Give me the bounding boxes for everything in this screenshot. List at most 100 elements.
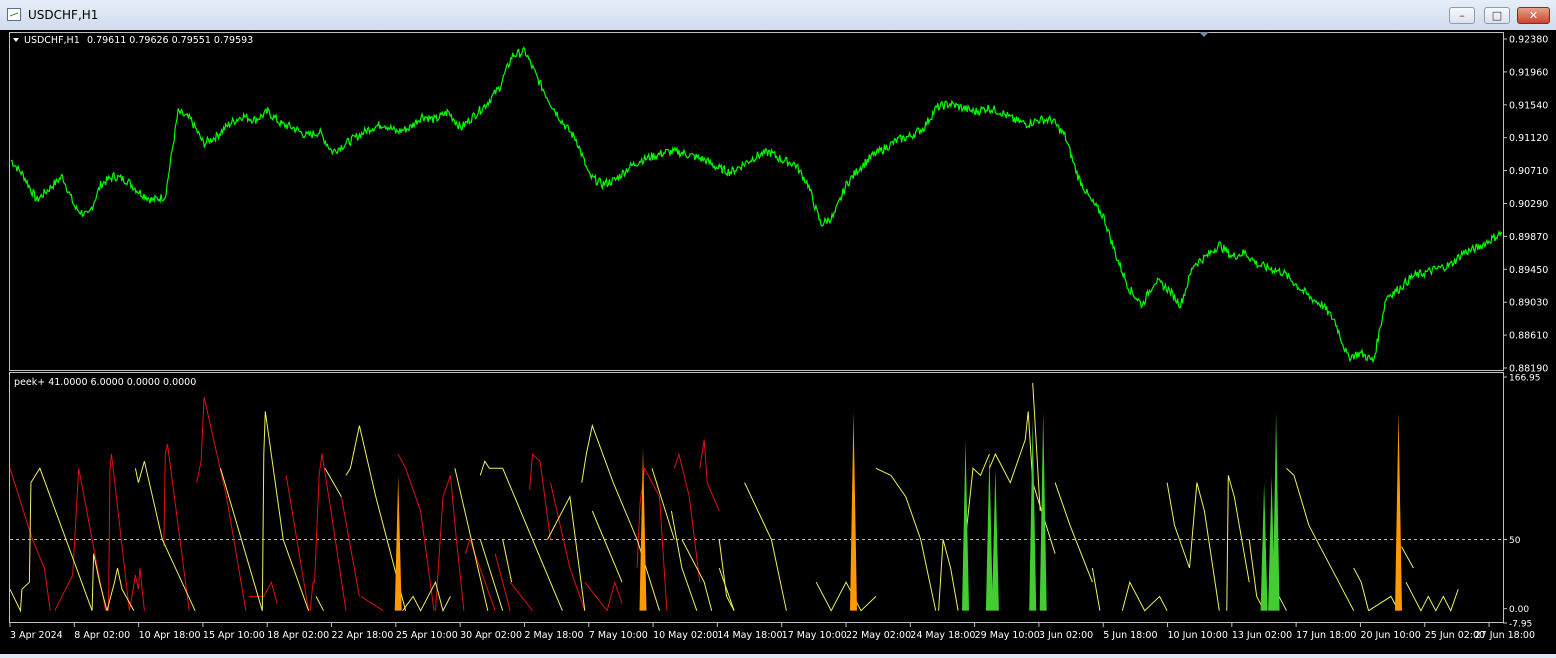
red-indicator-line [673,452,701,583]
time-axis-label: 7 May 10:00 [589,630,648,641]
yellow-indicator-line [1121,580,1168,612]
yellow-indicator-line [938,539,959,611]
red-indicator-line [285,475,310,611]
yellow-indicator-line [1405,581,1459,612]
red-indicator-line [606,580,623,611]
yellow-indicator-line [502,539,513,583]
green-spike [1039,411,1047,611]
red-indicator-line [584,581,608,612]
time-axis-label: 3 Jun 02:00 [1039,630,1093,641]
indicator-info: peek+ 41.0000 6.0000 0.0000 0.0000 [14,377,196,388]
yellow-indicator-line [454,468,489,611]
yellow-indicator-line [591,510,623,583]
main-info-symbol: USDCHF,H1 [24,35,80,46]
minimize-button[interactable]: – [1449,7,1475,24]
time-axis-label: 27 Jun 18:00 [1475,630,1535,641]
indicator-panel-border [9,372,1504,623]
yellow-indicator-line [1166,482,1220,611]
time-axis-label: 17 Jun 18:00 [1296,630,1356,641]
yellow-indicator-line [1054,482,1093,583]
red-indicator-line [108,454,130,611]
red-indicator-line [529,453,551,540]
price-line [10,46,1503,364]
time-axis-label: 14 May 18:00 [717,630,782,641]
price-series [10,46,1503,364]
indicator-axis-label: 50 [1509,536,1521,546]
yellow-indicator-line [651,468,675,540]
yellow-indicator-line [581,423,660,611]
green-spike [1260,482,1268,611]
yellow-indicator-line [315,596,324,611]
yellow-indicator-line [1401,546,1414,569]
red-indicator-line [509,581,533,612]
red-indicator-line [309,454,347,611]
time-axis-label: 10 Apr 18:00 [139,630,201,641]
time-axis-label: 2 May 18:00 [524,630,583,641]
time-axis-label: 5 Jun 18:00 [1103,630,1157,641]
red-indicator-line [128,567,145,611]
time-axis-label: 22 May 02:00 [846,630,911,641]
yellow-indicator-line [106,567,135,611]
yellow-indicator-line [1091,567,1101,611]
yellow-indicator-line [261,411,310,611]
time-axis-label: 29 May 10:00 [975,630,1040,641]
yellow-indicator-line [1226,475,1250,611]
yellow-indicator-line [1353,567,1370,611]
red-indicator-line [397,453,435,611]
red-indicator-line [360,595,384,612]
indicator-axis-label: -7.95 [1509,620,1532,630]
chart-shift-marker[interactable] [1199,32,1209,37]
yellow-indicator-line [718,567,735,611]
time-axis-label: 17 May 10:00 [782,630,847,641]
chart-canvas[interactable]: USDCHF,H1 0.79611 0.79626 0.79551 0.7959… [0,30,1556,654]
price-axis-label: 0.91120 [1509,133,1548,144]
indicator-axis-label: 166.95 [1509,374,1541,384]
time-axis-label: 13 Jun 02:00 [1232,630,1292,641]
green-spike [1272,411,1280,611]
time-axis-label: 22 Apr 18:00 [332,630,394,641]
time-axis-label: 10 May 02:00 [653,630,718,641]
green-spike [985,454,993,611]
red-indicator-line [464,537,496,611]
time-axis-label: 25 Apr 10:00 [396,630,458,641]
yellow-indicator-line [91,553,108,611]
indicator-axis-label: 0.00 [1509,605,1529,615]
orange-spike [394,475,402,611]
green-spike [991,468,999,611]
green-spike [962,439,969,611]
chart-frame: USDCHF,H1 0.79611 0.79626 0.79551 0.7959… [0,30,1556,654]
price-axis-label: 0.89450 [1509,265,1548,276]
yellow-indicator-line [744,482,787,611]
time-axis-label: 10 Jun 10:00 [1168,630,1228,641]
price-axis-label: 0.89030 [1509,298,1548,309]
close-button[interactable]: ✕ [1517,7,1550,24]
time-axis-label: 8 Apr 02:00 [74,630,130,641]
yellow-indicator-line [965,453,990,540]
window-title: USDCHF,H1 [28,8,99,22]
time-axis-label: 3 Apr 2024 [10,630,63,641]
orange-spike [850,411,857,611]
red-indicator-line [54,468,107,611]
yellow-indicator-line [681,539,713,611]
price-axis-label: 0.91540 [1509,100,1548,111]
time-axis-label: 15 Apr 10:00 [203,630,265,641]
orange-spike [1395,411,1402,611]
price-axis-label: 0.89870 [1509,232,1548,243]
price-axis-label: 0.88610 [1509,331,1548,342]
main-info-values: 0.79611 0.79626 0.79551 0.79593 [87,35,253,46]
red-indicator-line [163,443,190,611]
yellow-indicator-line [324,468,342,498]
restore-button[interactable]: □ [1484,7,1510,24]
time-axis-label: 30 Apr 02:00 [460,630,522,641]
price-axis-label: 0.90710 [1509,166,1548,177]
red-indicator-line [340,496,360,597]
panel-dropdown-icon[interactable] [13,38,19,42]
yellow-indicator-line [815,581,877,612]
red-indicator-line [248,580,278,604]
red-indicator-line [196,396,247,611]
time-axis-label: 18 Apr 02:00 [267,630,329,641]
price-axis-label: 0.92380 [1509,35,1548,46]
window-titlebar: USDCHF,H1 – □ ✕ [0,0,1556,31]
time-axis-label: 24 May 18:00 [910,630,975,641]
price-axis-label: 0.91960 [1509,67,1548,78]
